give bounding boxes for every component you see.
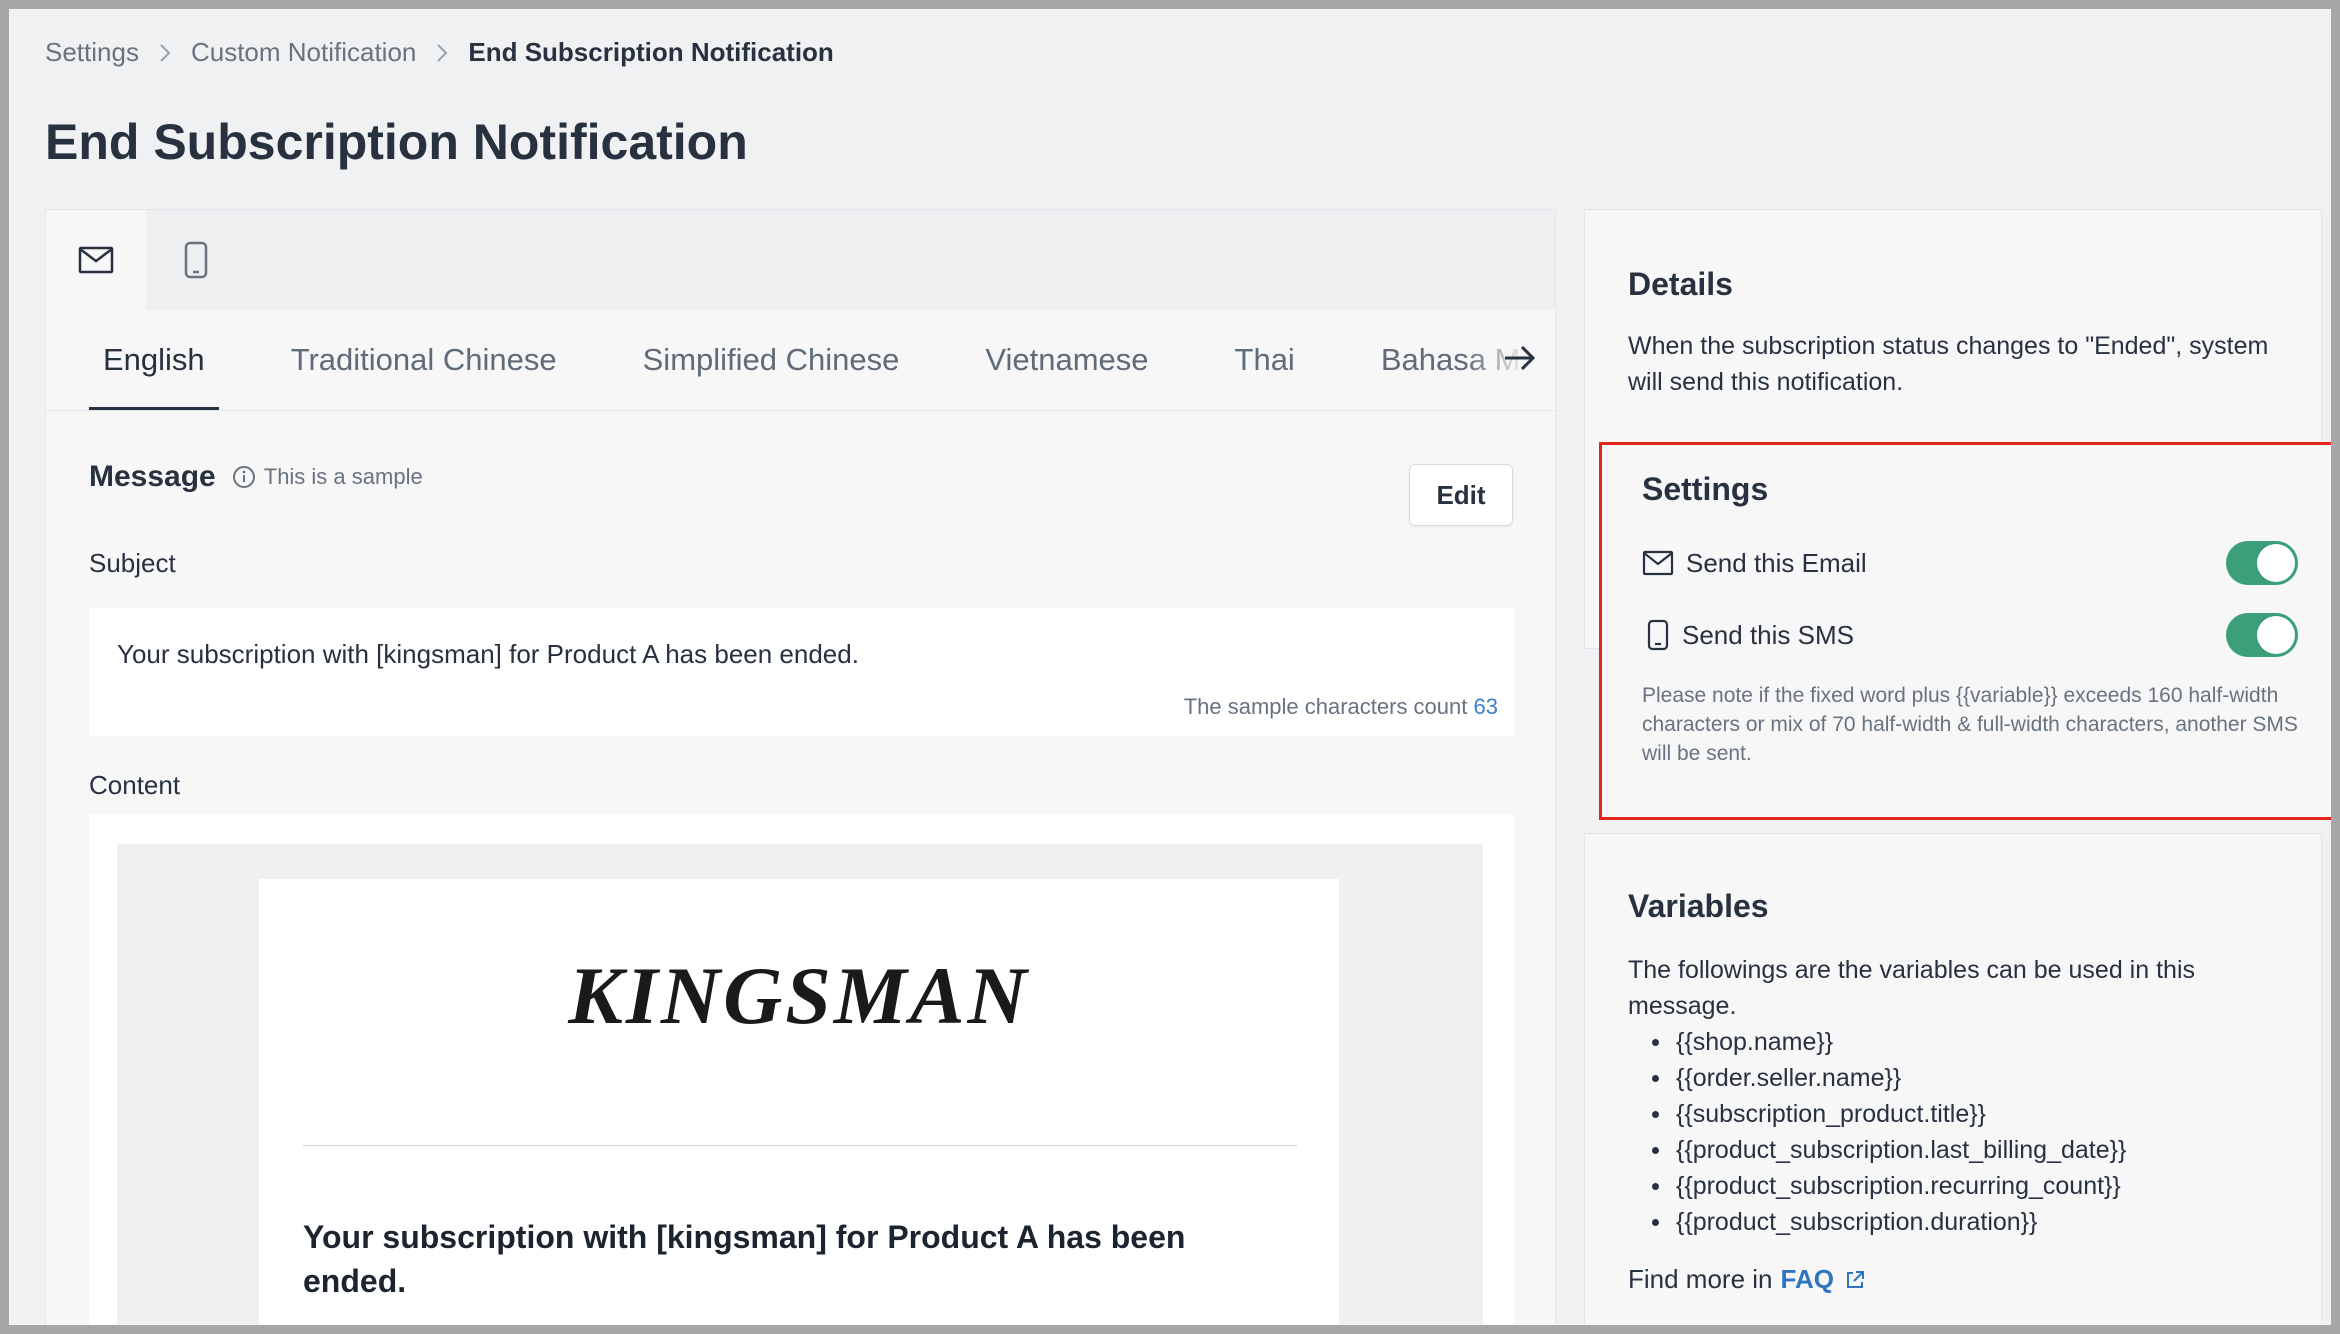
external-link-icon[interactable] xyxy=(1844,1269,1866,1291)
envelope-icon xyxy=(78,246,114,274)
tab-vietnamese[interactable]: Vietnamese xyxy=(971,310,1162,410)
list-item: {{order.seller.name}} xyxy=(1628,1060,2126,1096)
channel-tabs xyxy=(46,210,1555,310)
send-email-toggle[interactable] xyxy=(2226,541,2298,585)
tab-email-channel[interactable] xyxy=(46,210,146,310)
mobile-phone-icon xyxy=(1647,619,1669,651)
message-editor-card: English Traditional Chinese Simplified C… xyxy=(45,209,1556,1325)
list-item: {{product_subscription.last_billing_date… xyxy=(1628,1132,2126,1168)
content-preview: KINGSMAN Your subscription with [kingsma… xyxy=(89,814,1514,1325)
char-count: The sample characters count 63 xyxy=(1184,694,1498,720)
send-sms-label: Send this SMS xyxy=(1682,619,1854,650)
find-more-label: Find more in xyxy=(1628,1264,1773,1294)
language-tabs: English Traditional Chinese Simplified C… xyxy=(46,310,1555,411)
list-item: {{product_subscription.recurring_count}} xyxy=(1628,1168,2126,1204)
message-header: Message This is a sample xyxy=(89,460,423,494)
toggle-knob xyxy=(2257,616,2295,654)
tab-english[interactable]: English xyxy=(89,310,219,410)
sms-length-note: Please note if the fixed word plus {{var… xyxy=(1642,684,2298,765)
page: Settings Custom Notification End Subscri… xyxy=(9,9,2331,1325)
tab-traditional-chinese[interactable]: Traditional Chinese xyxy=(277,310,571,410)
tab-simplified-chinese[interactable]: Simplified Chinese xyxy=(629,310,914,410)
mobile-phone-icon xyxy=(184,241,208,279)
char-count-label: The sample characters count xyxy=(1183,694,1468,719)
variables-intro: The followings are the variables can be … xyxy=(1628,956,2195,1020)
email-heading: Your subscription with [kingsman] for Pr… xyxy=(303,1219,1186,1299)
subject-label: Subject xyxy=(89,548,176,578)
breadcrumb: Settings Custom Notification End Subscri… xyxy=(45,37,834,68)
variables-title: Variables xyxy=(1628,888,1769,924)
list-item: {{subscription_product.title}} xyxy=(1628,1096,2126,1132)
breadcrumb-current: End Subscription Notification xyxy=(468,37,834,67)
settings-section: Settings Send this Email Send this SMS P… xyxy=(1599,442,2331,820)
chevron-right-icon xyxy=(436,43,448,63)
envelope-icon xyxy=(1642,550,1674,576)
chevron-right-icon xyxy=(159,43,171,63)
tab-thai[interactable]: Thai xyxy=(1221,310,1309,410)
breadcrumb-settings[interactable]: Settings xyxy=(45,37,139,68)
subject-text: Your subscription with [kingsman] for Pr… xyxy=(117,639,859,669)
send-sms-row: Send this SMS xyxy=(1642,613,2298,657)
send-sms-toggle[interactable] xyxy=(2226,613,2298,657)
find-more: Find more in FAQ xyxy=(1628,1264,1866,1295)
variables-list: {{shop.name}} {{order.seller.name}} {{su… xyxy=(1628,1024,2126,1240)
content-label: Content xyxy=(89,770,181,800)
email-preview-frame: KINGSMAN Your subscription with [kingsma… xyxy=(117,844,1483,1325)
email-divider xyxy=(303,1145,1297,1146)
list-item: {{product_subscription.duration}} xyxy=(1628,1204,2126,1240)
variables-card: Variables The followings are the variabl… xyxy=(1584,833,2322,1325)
faq-link[interactable]: FAQ xyxy=(1781,1264,1834,1295)
send-email-label: Send this Email xyxy=(1686,547,1867,578)
sample-note: This is a sample xyxy=(263,464,423,489)
kingsman-logo: KINGSMAN xyxy=(568,950,1030,1041)
subject-preview: Your subscription with [kingsman] for Pr… xyxy=(89,608,1514,736)
char-count-value: 63 xyxy=(1473,694,1498,719)
scroll-right-arrow-icon[interactable] xyxy=(1503,343,1537,378)
tab-sms-channel[interactable] xyxy=(146,210,246,310)
page-title: End Subscription Notification xyxy=(45,114,748,170)
toggle-knob xyxy=(2257,544,2295,582)
message-label: Message xyxy=(89,460,216,493)
send-email-row: Send this Email xyxy=(1642,541,2298,585)
breadcrumb-custom-notification[interactable]: Custom Notification xyxy=(191,37,416,68)
edit-button[interactable]: Edit xyxy=(1409,464,1513,526)
list-item: {{shop.name}} xyxy=(1628,1024,2126,1060)
settings-title: Settings xyxy=(1642,471,1769,507)
email-preview-body: KINGSMAN Your subscription with [kingsma… xyxy=(259,879,1339,1325)
details-text: When the subscription status changes to … xyxy=(1628,332,2269,396)
details-title: Details xyxy=(1628,266,1733,302)
info-icon xyxy=(232,465,256,489)
